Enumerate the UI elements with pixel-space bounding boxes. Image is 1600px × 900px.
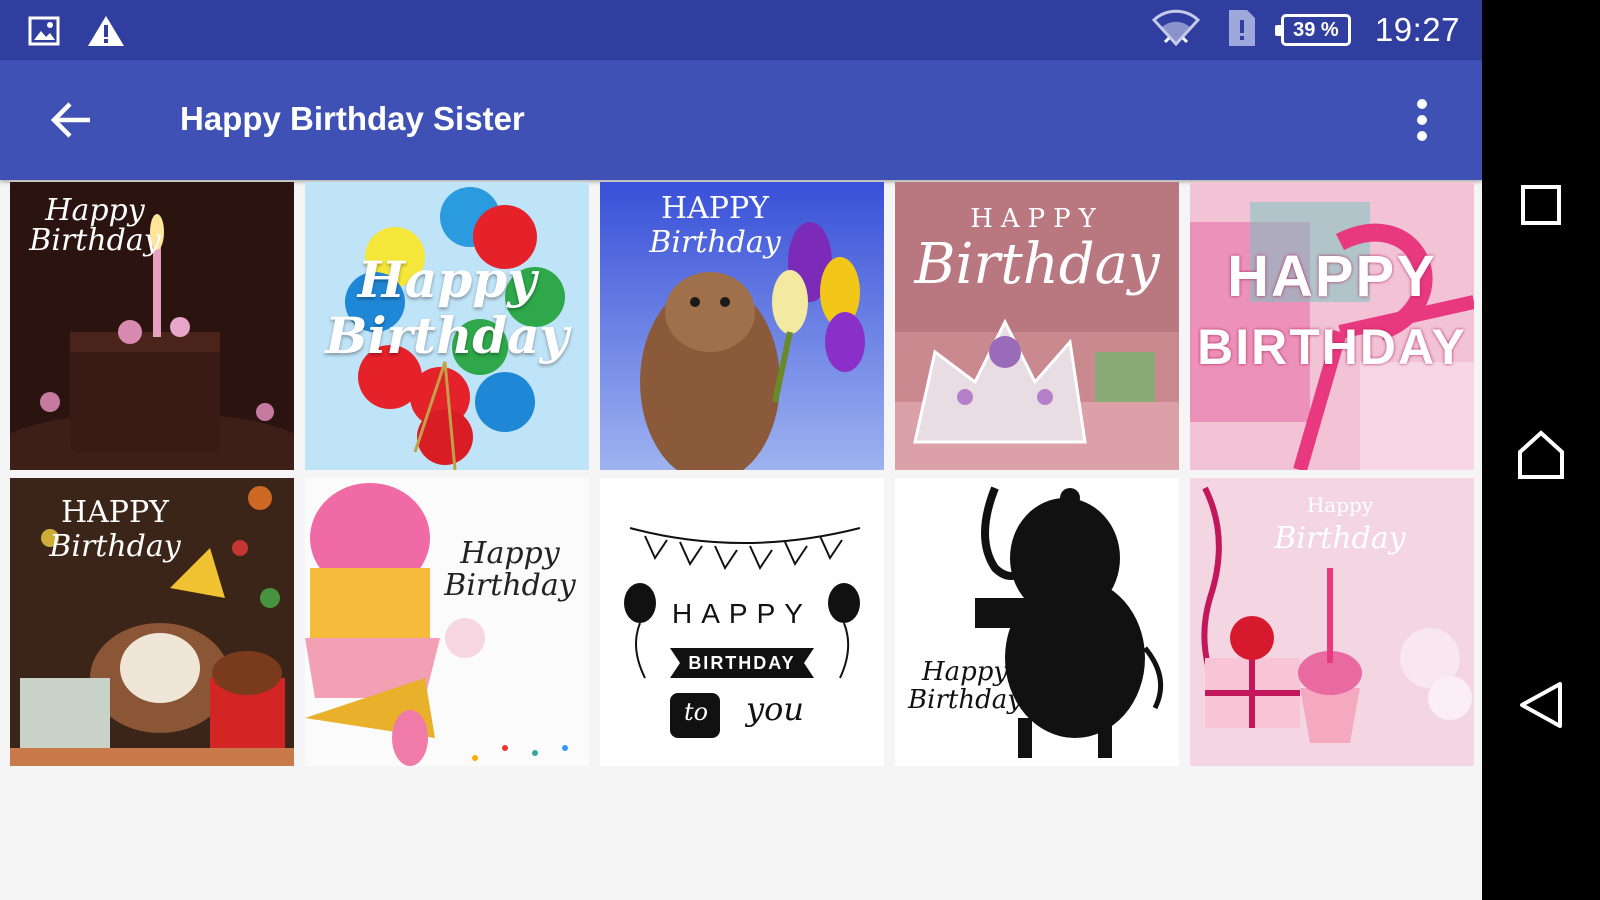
home-icon[interactable]: [1506, 420, 1576, 490]
arrow-back-icon[interactable]: [40, 92, 100, 148]
card-thumbnail[interactable]: HAPPY BIRTHDAY: [1190, 182, 1474, 470]
clock: 19:27: [1374, 11, 1460, 48]
card-thumbnail[interactable]: Happy Birthday: [1190, 478, 1474, 766]
page-title: Happy Birthday Sister: [180, 100, 525, 137]
more-vert-icon[interactable]: [1402, 92, 1442, 148]
recents-square-icon[interactable]: [1506, 170, 1576, 240]
image-icon: [28, 16, 60, 51]
app-screen: 39 % 19:27 Happy Birthday Sister Happy B…: [0, 0, 1482, 900]
system-nav-bar: [1482, 0, 1600, 900]
app-bar: Happy Birthday Sister: [0, 60, 1482, 180]
wifi-icon: [1151, 8, 1201, 53]
card-thumbnail[interactable]: HAPPY BIRTHDAY to you: [600, 478, 884, 766]
card-thumbnail[interactable]: Happy Birthday: [305, 478, 589, 766]
card-thumbnail[interactable]: Happy Birthday: [10, 182, 294, 470]
warning-icon: [86, 14, 126, 53]
back-triangle-icon[interactable]: [1506, 670, 1576, 740]
card-thumbnail[interactable]: Happy Birthday: [895, 478, 1179, 766]
status-bar: 39 % 19:27: [0, 0, 1482, 60]
card-thumbnail[interactable]: HAPPY Birthday: [10, 478, 294, 766]
card-thumbnail[interactable]: Happy Birthday: [305, 182, 589, 470]
card-thumbnail[interactable]: HAPPY Birthday: [895, 182, 1179, 470]
sim-alert-icon: [1225, 8, 1257, 53]
card-thumbnail[interactable]: HAPPY Birthday: [600, 182, 884, 470]
battery-indicator: 39 %: [1274, 14, 1351, 46]
